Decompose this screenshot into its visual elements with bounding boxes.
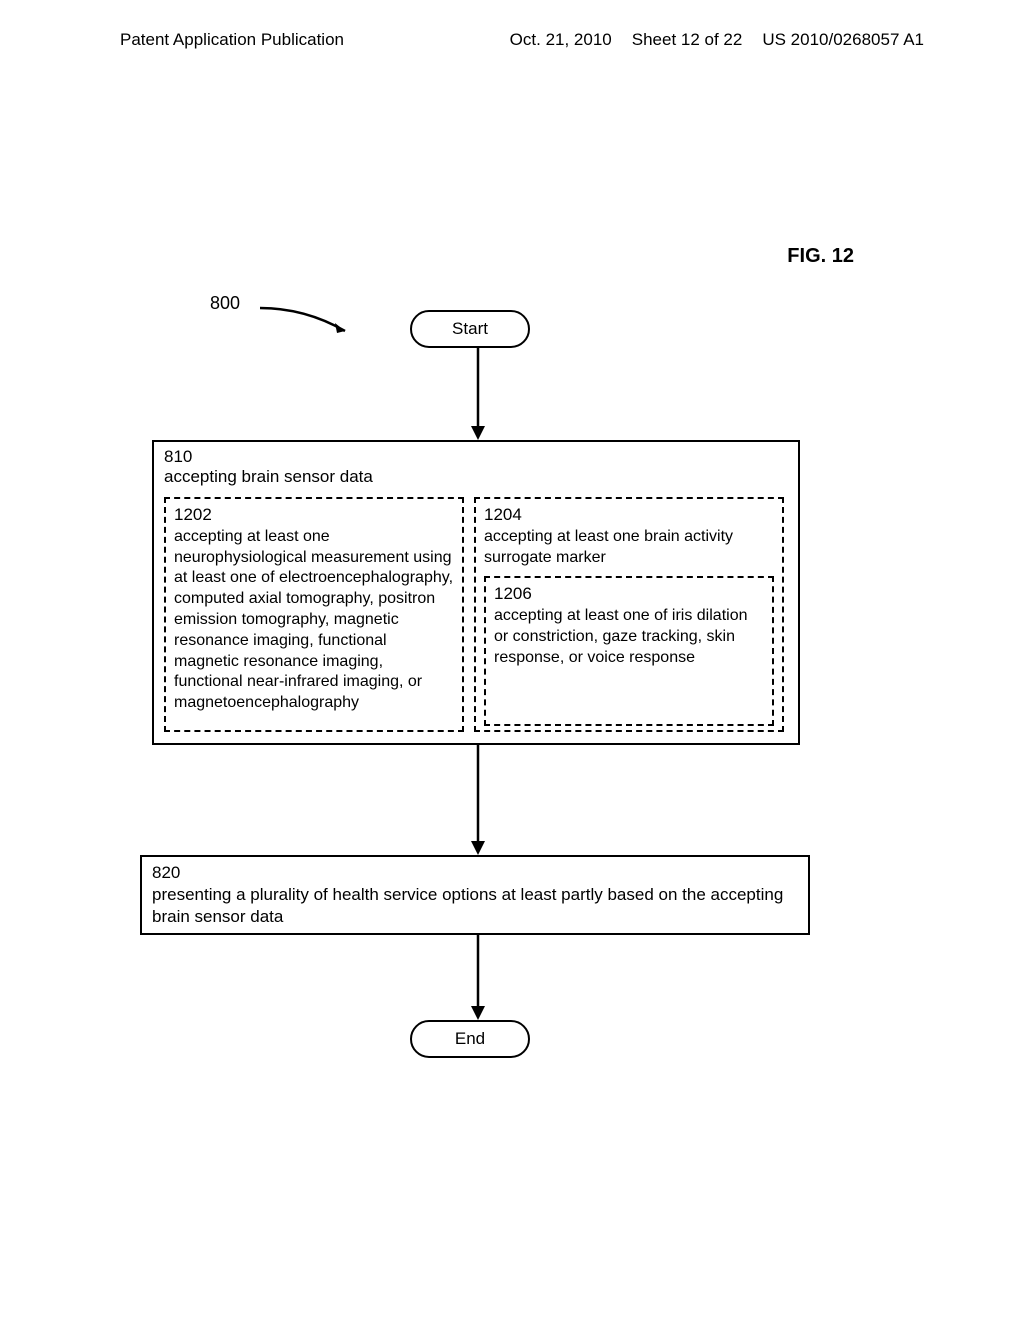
start-label: Start: [452, 319, 488, 339]
flowchart-box-1206: 1206 accepting at least one of iris dila…: [484, 576, 774, 726]
header-date: Oct. 21, 2010: [510, 30, 612, 50]
box-1206-num: 1206: [494, 584, 532, 603]
header-pubnum: US 2010/0268057 A1: [762, 30, 924, 50]
start-node: Start: [410, 310, 530, 348]
flowchart-box-1202: 1202 accepting at least one neurophysiol…: [164, 497, 464, 732]
box-1202-text: accepting at least one neurophysiologica…: [174, 528, 453, 711]
end-label: End: [455, 1029, 485, 1049]
arrow-down-icon: [468, 935, 488, 1025]
arrow-800-icon: [255, 303, 355, 343]
box-810-text: accepting brain sensor data: [164, 467, 373, 486]
box-1204-text: accepting at least one brain activity su…: [484, 528, 733, 566]
box-810-content: 810 accepting brain sensor data: [164, 447, 788, 487]
reference-800: 800: [210, 293, 240, 314]
flowchart-box-810: 810 accepting brain sensor data 1202 acc…: [152, 440, 800, 745]
page-header: Patent Application Publication Oct. 21, …: [0, 0, 1024, 60]
box-1206-text: accepting at least one of iris dilation …: [494, 607, 747, 666]
end-node: End: [410, 1020, 530, 1058]
arrow-down-icon: [468, 348, 488, 443]
box-820-num: 820: [152, 863, 180, 882]
header-publication: Patent Application Publication: [120, 30, 344, 50]
box-810-inner-container: 1202 accepting at least one neurophysiol…: [164, 497, 788, 732]
box-1204-num: 1204: [484, 505, 522, 524]
figure-label: FIG. 12: [787, 245, 854, 268]
box-810-num: 810: [164, 447, 192, 466]
header-sheet: Sheet 12 of 22: [632, 30, 743, 50]
flowchart-box-1204: 1204 accepting at least one brain activi…: [474, 497, 784, 732]
arrow-down-icon: [468, 745, 488, 860]
flowchart-box-820: 820 presenting a plurality of health ser…: [140, 855, 810, 935]
header-right-group: Oct. 21, 2010 Sheet 12 of 22 US 2010/026…: [510, 30, 924, 50]
box-820-text: presenting a plurality of health service…: [152, 885, 783, 926]
box-1202-num: 1202: [174, 505, 212, 524]
